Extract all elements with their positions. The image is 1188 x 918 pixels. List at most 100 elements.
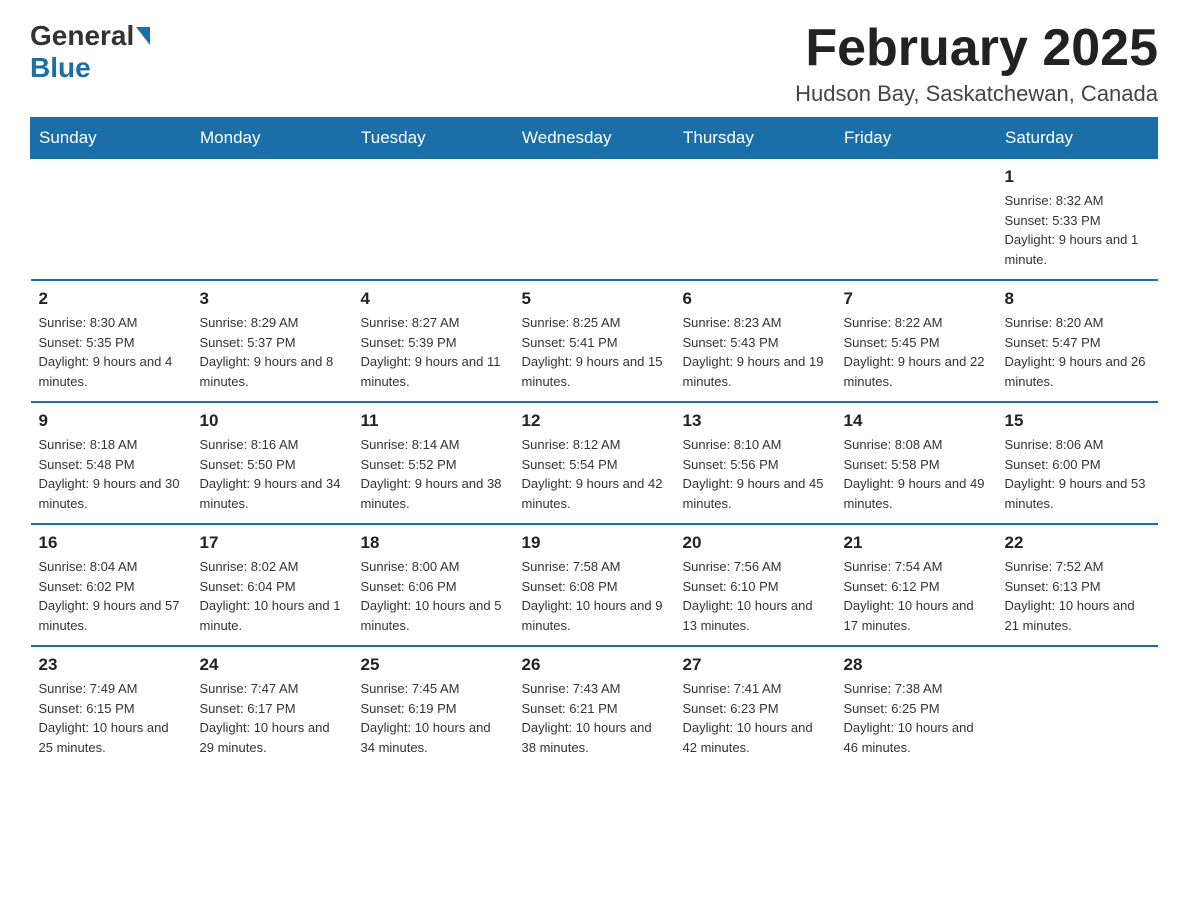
calendar-cell: 23 Sunrise: 7:49 AM Sunset: 6:15 PM Dayli… bbox=[31, 646, 192, 767]
day-number: 16 bbox=[39, 533, 184, 553]
calendar-cell: 22 Sunrise: 7:52 AM Sunset: 6:13 PM Dayli… bbox=[997, 524, 1158, 646]
calendar-cell: 27Sunrise: 7:41 AM Sunset: 6:23 PM Dayli… bbox=[675, 646, 836, 767]
day-number: 19 bbox=[522, 533, 667, 553]
page-header: General Blue February 2025 Hudson Bay, S… bbox=[30, 20, 1158, 107]
calendar-cell: 5 Sunrise: 8:25 AM Sunset: 5:41 PM Daylig… bbox=[514, 280, 675, 402]
day-info: Sunrise: 8:20 AM Sunset: 5:47 PM Dayligh… bbox=[1005, 313, 1150, 391]
day-number: 26 bbox=[522, 655, 667, 675]
day-number: 27 bbox=[683, 655, 828, 675]
day-number: 6 bbox=[683, 289, 828, 309]
day-info: Sunrise: 7:52 AM Sunset: 6:13 PM Dayligh… bbox=[1005, 557, 1150, 635]
day-info: Sunrise: 8:06 AM Sunset: 6:00 PM Dayligh… bbox=[1005, 435, 1150, 513]
logo-general-text: General bbox=[30, 20, 134, 52]
calendar-week-row: 23 Sunrise: 7:49 AM Sunset: 6:15 PM Dayli… bbox=[31, 646, 1158, 767]
day-number: 2 bbox=[39, 289, 184, 309]
calendar-week-row: 9 Sunrise: 8:18 AM Sunset: 5:48 PM Daylig… bbox=[31, 402, 1158, 524]
weekday-header-monday: Monday bbox=[192, 118, 353, 159]
weekday-header-friday: Friday bbox=[836, 118, 997, 159]
weekday-header-tuesday: Tuesday bbox=[353, 118, 514, 159]
logo-blue-text: Blue bbox=[30, 52, 91, 84]
weekday-header-saturday: Saturday bbox=[997, 118, 1158, 159]
day-info: Sunrise: 8:12 AM Sunset: 5:54 PM Dayligh… bbox=[522, 435, 667, 513]
calendar-cell: 24 Sunrise: 7:47 AM Sunset: 6:17 PM Dayli… bbox=[192, 646, 353, 767]
day-number: 23 bbox=[39, 655, 184, 675]
calendar-table: SundayMondayTuesdayWednesdayThursdayFrid… bbox=[30, 117, 1158, 767]
calendar-cell: 16 Sunrise: 8:04 AM Sunset: 6:02 PM Dayli… bbox=[31, 524, 192, 646]
day-info: Sunrise: 8:14 AM Sunset: 5:52 PM Dayligh… bbox=[361, 435, 506, 513]
day-number: 14 bbox=[844, 411, 989, 431]
day-info: Sunrise: 8:10 AM Sunset: 5:56 PM Dayligh… bbox=[683, 435, 828, 513]
day-info: Sunrise: 7:47 AM Sunset: 6:17 PM Dayligh… bbox=[200, 679, 345, 757]
title-section: February 2025 Hudson Bay, Saskatchewan, … bbox=[795, 20, 1158, 107]
day-number: 28 bbox=[844, 655, 989, 675]
calendar-cell: 21Sunrise: 7:54 AM Sunset: 6:12 PM Dayli… bbox=[836, 524, 997, 646]
day-number: 17 bbox=[200, 533, 345, 553]
day-info: Sunrise: 8:18 AM Sunset: 5:48 PM Dayligh… bbox=[39, 435, 184, 513]
calendar-cell: 6 Sunrise: 8:23 AM Sunset: 5:43 PM Daylig… bbox=[675, 280, 836, 402]
calendar-cell: 19 Sunrise: 7:58 AM Sunset: 6:08 PM Dayli… bbox=[514, 524, 675, 646]
day-number: 24 bbox=[200, 655, 345, 675]
day-number: 25 bbox=[361, 655, 506, 675]
calendar-cell bbox=[31, 159, 192, 281]
calendar-cell: 10 Sunrise: 8:16 AM Sunset: 5:50 PM Dayli… bbox=[192, 402, 353, 524]
calendar-week-row: 1 Sunrise: 8:32 AM Sunset: 5:33 PM Daylig… bbox=[31, 159, 1158, 281]
day-number: 7 bbox=[844, 289, 989, 309]
day-number: 5 bbox=[522, 289, 667, 309]
day-info: Sunrise: 8:32 AM Sunset: 5:33 PM Dayligh… bbox=[1005, 191, 1150, 269]
weekday-header-sunday: Sunday bbox=[31, 118, 192, 159]
day-number: 18 bbox=[361, 533, 506, 553]
calendar-cell: 15 Sunrise: 8:06 AM Sunset: 6:00 PM Dayli… bbox=[997, 402, 1158, 524]
day-info: Sunrise: 8:25 AM Sunset: 5:41 PM Dayligh… bbox=[522, 313, 667, 391]
calendar-cell bbox=[353, 159, 514, 281]
calendar-cell: 28 Sunrise: 7:38 AM Sunset: 6:25 PM Dayli… bbox=[836, 646, 997, 767]
day-info: Sunrise: 8:23 AM Sunset: 5:43 PM Dayligh… bbox=[683, 313, 828, 391]
day-info: Sunrise: 8:00 AM Sunset: 6:06 PM Dayligh… bbox=[361, 557, 506, 635]
day-number: 8 bbox=[1005, 289, 1150, 309]
calendar-cell bbox=[514, 159, 675, 281]
calendar-cell: 12Sunrise: 8:12 AM Sunset: 5:54 PM Dayli… bbox=[514, 402, 675, 524]
day-number: 1 bbox=[1005, 167, 1150, 187]
day-number: 22 bbox=[1005, 533, 1150, 553]
calendar-cell: 20Sunrise: 7:56 AM Sunset: 6:10 PM Dayli… bbox=[675, 524, 836, 646]
calendar-cell bbox=[192, 159, 353, 281]
calendar-cell bbox=[675, 159, 836, 281]
day-info: Sunrise: 8:16 AM Sunset: 5:50 PM Dayligh… bbox=[200, 435, 345, 513]
calendar-cell: 1 Sunrise: 8:32 AM Sunset: 5:33 PM Daylig… bbox=[997, 159, 1158, 281]
weekday-header-thursday: Thursday bbox=[675, 118, 836, 159]
logo-arrow-icon bbox=[136, 27, 150, 45]
logo: General Blue bbox=[30, 20, 152, 84]
location-title: Hudson Bay, Saskatchewan, Canada bbox=[795, 81, 1158, 107]
calendar-cell: 9 Sunrise: 8:18 AM Sunset: 5:48 PM Daylig… bbox=[31, 402, 192, 524]
day-info: Sunrise: 8:30 AM Sunset: 5:35 PM Dayligh… bbox=[39, 313, 184, 391]
calendar-cell: 14 Sunrise: 8:08 AM Sunset: 5:58 PM Dayli… bbox=[836, 402, 997, 524]
calendar-cell: 25Sunrise: 7:45 AM Sunset: 6:19 PM Dayli… bbox=[353, 646, 514, 767]
calendar-cell: 11 Sunrise: 8:14 AM Sunset: 5:52 PM Dayli… bbox=[353, 402, 514, 524]
day-number: 10 bbox=[200, 411, 345, 431]
day-info: Sunrise: 7:49 AM Sunset: 6:15 PM Dayligh… bbox=[39, 679, 184, 757]
calendar-cell: 18 Sunrise: 8:00 AM Sunset: 6:06 PM Dayli… bbox=[353, 524, 514, 646]
day-number: 13 bbox=[683, 411, 828, 431]
day-number: 21 bbox=[844, 533, 989, 553]
day-info: Sunrise: 8:08 AM Sunset: 5:58 PM Dayligh… bbox=[844, 435, 989, 513]
calendar-week-row: 2 Sunrise: 8:30 AM Sunset: 5:35 PM Daylig… bbox=[31, 280, 1158, 402]
day-info: Sunrise: 7:58 AM Sunset: 6:08 PM Dayligh… bbox=[522, 557, 667, 635]
calendar-cell: 4 Sunrise: 8:27 AM Sunset: 5:39 PM Daylig… bbox=[353, 280, 514, 402]
calendar-cell: 13 Sunrise: 8:10 AM Sunset: 5:56 PM Dayli… bbox=[675, 402, 836, 524]
calendar-cell: 8 Sunrise: 8:20 AM Sunset: 5:47 PM Daylig… bbox=[997, 280, 1158, 402]
day-number: 9 bbox=[39, 411, 184, 431]
day-number: 15 bbox=[1005, 411, 1150, 431]
calendar-cell: 7Sunrise: 8:22 AM Sunset: 5:45 PM Daylig… bbox=[836, 280, 997, 402]
calendar-week-row: 16 Sunrise: 8:04 AM Sunset: 6:02 PM Dayli… bbox=[31, 524, 1158, 646]
day-number: 20 bbox=[683, 533, 828, 553]
calendar-cell bbox=[836, 159, 997, 281]
weekday-header-wednesday: Wednesday bbox=[514, 118, 675, 159]
day-info: Sunrise: 8:27 AM Sunset: 5:39 PM Dayligh… bbox=[361, 313, 506, 391]
day-number: 4 bbox=[361, 289, 506, 309]
day-info: Sunrise: 8:04 AM Sunset: 6:02 PM Dayligh… bbox=[39, 557, 184, 635]
day-info: Sunrise: 7:43 AM Sunset: 6:21 PM Dayligh… bbox=[522, 679, 667, 757]
weekday-header-row: SundayMondayTuesdayWednesdayThursdayFrid… bbox=[31, 118, 1158, 159]
calendar-cell bbox=[997, 646, 1158, 767]
day-info: Sunrise: 7:38 AM Sunset: 6:25 PM Dayligh… bbox=[844, 679, 989, 757]
calendar-cell: 3Sunrise: 8:29 AM Sunset: 5:37 PM Daylig… bbox=[192, 280, 353, 402]
day-number: 11 bbox=[361, 411, 506, 431]
